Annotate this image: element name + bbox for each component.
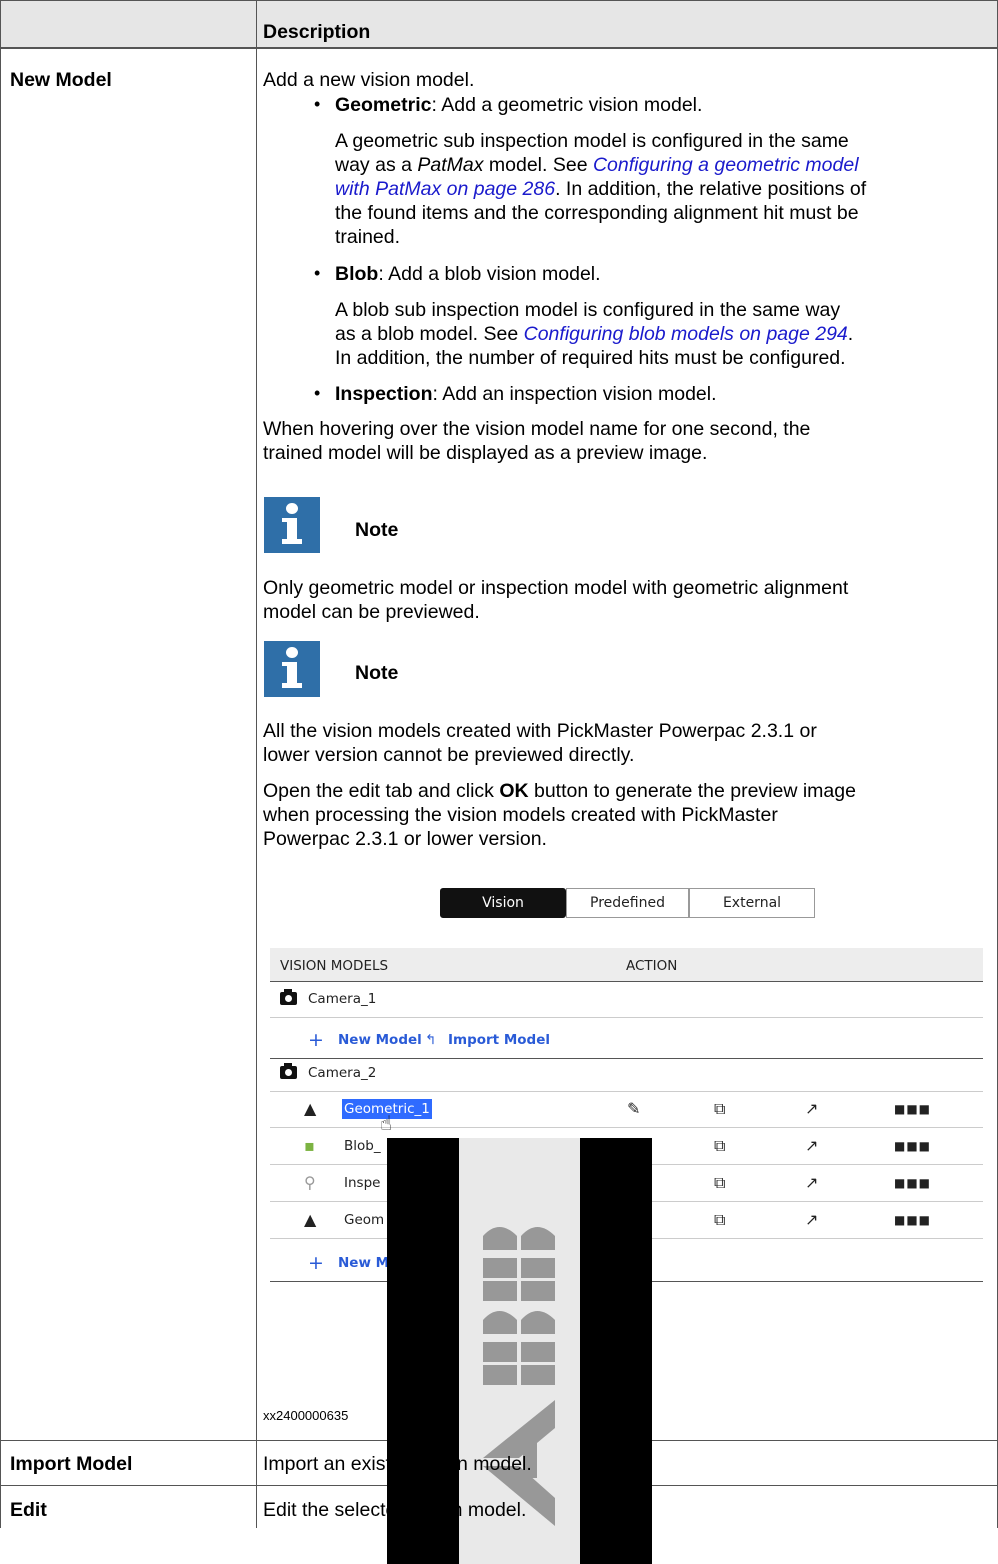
tab-vision[interactable]: Vision xyxy=(440,888,566,918)
camera-row[interactable]: Camera_1 xyxy=(270,981,983,1018)
figure-id: xx2400000635 xyxy=(263,1408,349,1423)
bullet-inspection: Inspection: Add an inspection vision mod… xyxy=(335,383,717,405)
export-icon[interactable]: ↗ xyxy=(805,1091,818,1127)
blob-para-line: In addition, the number of required hits… xyxy=(335,347,846,369)
more-icon[interactable]: ■■■ xyxy=(894,1202,931,1238)
hover-text: trained model will be displayed as a pre… xyxy=(263,442,708,464)
note-text: All the vision models created with PickM… xyxy=(263,720,817,742)
import-model-link[interactable]: Import Model xyxy=(448,1022,550,1058)
copy-icon[interactable]: ⧉ xyxy=(714,1165,725,1201)
col-action: ACTION xyxy=(626,958,678,974)
parameter-table: Description New Model Add a new vision m… xyxy=(0,0,998,1564)
models-table-header: VISION MODELS ACTION xyxy=(270,948,983,982)
blob-para-line: as a blob model. See Configuring blob mo… xyxy=(335,323,854,345)
more-icon[interactable]: ■■■ xyxy=(894,1165,931,1201)
new-model-link[interactable]: New M xyxy=(338,1245,389,1281)
divider xyxy=(256,0,257,1528)
edit-icon[interactable]: ✎ xyxy=(627,1091,640,1127)
open-para-line: when processing the vision models create… xyxy=(263,804,778,826)
model-name[interactable]: Geom xyxy=(344,1202,384,1238)
col-vision-models: VISION MODELS xyxy=(280,958,389,974)
camera1-actions-row: + New Model ↰ Import Model xyxy=(270,1022,983,1059)
bullet-icon: • xyxy=(314,263,321,283)
table-header xyxy=(0,0,998,48)
header-description: Description xyxy=(263,21,371,43)
geometric-icon: ▲ xyxy=(304,1099,317,1118)
bullet-icon: • xyxy=(314,94,321,114)
open-para-line: Powerpac 2.3.1 or lower version. xyxy=(263,828,547,850)
info-icon xyxy=(264,497,320,553)
note-text: Only geometric model or inspection model… xyxy=(263,577,849,599)
export-icon[interactable]: ↗ xyxy=(805,1128,818,1164)
geo-para-line: way as a PatMax model. See Configuring a… xyxy=(335,154,859,176)
export-icon[interactable]: ↗ xyxy=(805,1202,818,1238)
vision-models-screenshot: Vision Predefined External VISION MODELS… xyxy=(258,880,998,1564)
camera-icon xyxy=(280,1063,297,1079)
camera-name: Camera_2 xyxy=(308,1065,377,1081)
row-desc-import-model: Import an existed vision model. xyxy=(263,1453,532,1475)
more-icon[interactable]: ■■■ xyxy=(894,1091,931,1127)
model-name[interactable]: Inspe xyxy=(344,1165,380,1201)
more-icon[interactable]: ■■■ xyxy=(894,1128,931,1164)
magnifier-icon: ⚲ xyxy=(304,1173,316,1192)
blob-para-line: A blob sub inspection model is configure… xyxy=(335,299,841,321)
bullet-blob: Blob: Add a blob vision model. xyxy=(335,263,601,285)
plus-icon: + xyxy=(308,1029,324,1051)
row-name-new-model: New Model xyxy=(10,69,112,91)
link-geometric-model[interactable]: Configuring a geometric model xyxy=(593,154,859,176)
plus-icon: + xyxy=(308,1252,324,1274)
copy-icon[interactable]: ⧉ xyxy=(714,1128,725,1164)
camera-row[interactable]: Camera_2 xyxy=(270,1055,983,1092)
copy-icon[interactable]: ⧉ xyxy=(714,1202,725,1238)
note-title: Note xyxy=(355,519,399,541)
hover-text: When hovering over the vision model name… xyxy=(263,418,811,440)
new-model-link[interactable]: New Model xyxy=(338,1022,422,1058)
row-name-import-model: Import Model xyxy=(10,1453,133,1475)
geo-para-line: the found items and the corresponding al… xyxy=(335,202,859,224)
note-title: Note xyxy=(355,662,399,684)
divider xyxy=(0,0,998,1)
camera-icon xyxy=(280,989,297,1005)
geometric-icon: ▲ xyxy=(304,1210,317,1229)
note-text: model can be previewed. xyxy=(263,601,480,623)
open-para-line: Open the edit tab and click OK button to… xyxy=(263,780,856,802)
divider xyxy=(0,0,1,1528)
link-blob-models[interactable]: Configuring blob models on page 294 xyxy=(524,323,848,345)
export-icon[interactable]: ↗ xyxy=(805,1165,818,1201)
row-desc-edit: Edit the selected vision model. xyxy=(263,1499,527,1521)
bullet-icon: • xyxy=(314,383,321,403)
model-name[interactable]: Blob_ xyxy=(344,1128,381,1164)
divider xyxy=(0,47,998,49)
link-geometric-model-page[interactable]: with PatMax on page 286 xyxy=(335,178,555,200)
copy-icon[interactable]: ⧉ xyxy=(714,1091,725,1127)
intro-text: Add a new vision model. xyxy=(263,69,475,91)
import-icon: ↰ xyxy=(425,1032,437,1048)
info-icon xyxy=(264,641,320,697)
geo-para-line: A geometric sub inspection model is conf… xyxy=(335,130,849,152)
tab-predefined[interactable]: Predefined xyxy=(566,888,689,918)
bullet-geometric: Geometric: Add a geometric vision model. xyxy=(335,94,703,116)
geo-para-line: with PatMax on page 286. In addition, th… xyxy=(335,178,867,200)
note-text: lower version cannot be previewed direct… xyxy=(263,744,635,766)
blob-icon: ▪ xyxy=(304,1136,315,1155)
geo-para-line: trained. xyxy=(335,226,401,248)
camera-name: Camera_1 xyxy=(308,991,377,1007)
model-row[interactable]: ▲ Geometric_1 ☝ ✎ ⧉ ↗ ■■■ xyxy=(270,1091,983,1135)
tab-external[interactable]: External xyxy=(689,888,815,918)
row-name-edit: Edit xyxy=(10,1499,47,1521)
